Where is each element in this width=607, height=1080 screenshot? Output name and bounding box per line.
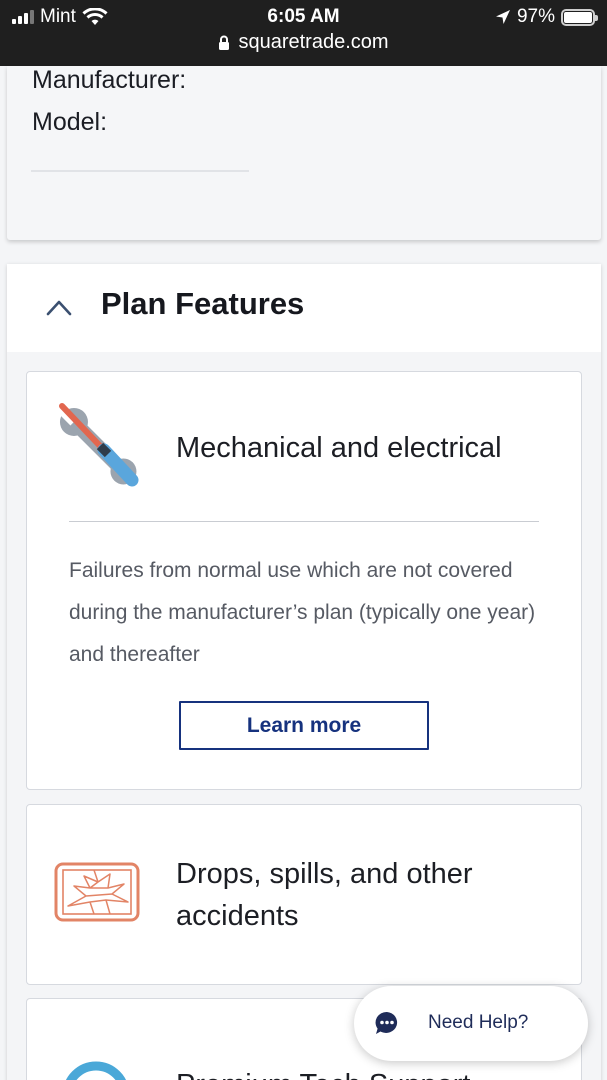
- manufacturer-label: Manufacturer:: [32, 66, 187, 94]
- need-help-label: Need Help?: [428, 1012, 529, 1033]
- battery-info: 97%: [495, 6, 598, 28]
- feature-title: Mechanical and electrical: [176, 432, 502, 464]
- status-bar: Mint 6:05 AM 97% squaretrade.com: [0, 0, 607, 66]
- tools-icon: [59, 403, 139, 487]
- feature-card-mechanical: Mechanical and electrical Failures from …: [26, 371, 582, 790]
- battery-percent: 97%: [516, 6, 555, 27]
- feature-title: Drops, spills, and other accidents: [176, 858, 473, 932]
- feature-title: Premium Tech Support: [176, 1069, 470, 1080]
- location-arrow-icon: [495, 10, 510, 24]
- battery-icon: [561, 8, 598, 26]
- cracked-screen-icon: [54, 862, 140, 922]
- lock-icon: [219, 35, 230, 50]
- chat-icon: [375, 1011, 398, 1034]
- device-divider: [31, 170, 249, 172]
- plan-features-section: Plan Features Mechanical and electrical …: [7, 264, 601, 1080]
- headset-icon: [66, 1061, 126, 1080]
- feature-description: Failures from normal use which are not c…: [69, 559, 536, 666]
- address-bar[interactable]: squaretrade.com: [0, 31, 607, 54]
- plan-features-title: Plan Features: [101, 286, 305, 321]
- feature-card-accidents: Drops, spills, and other accidents: [26, 804, 582, 985]
- model-label: Model:: [32, 108, 108, 136]
- learn-more-button[interactable]: Learn more: [179, 701, 429, 750]
- plan-features-header[interactable]: Plan Features: [7, 264, 601, 352]
- feature-divider: [69, 521, 539, 522]
- url-text: squaretrade.com: [238, 31, 389, 53]
- chevron-up-icon[interactable]: [45, 297, 73, 317]
- device-info-card: Manufacturer: Model:: [7, 66, 601, 240]
- need-help-button[interactable]: Need Help?: [354, 986, 588, 1061]
